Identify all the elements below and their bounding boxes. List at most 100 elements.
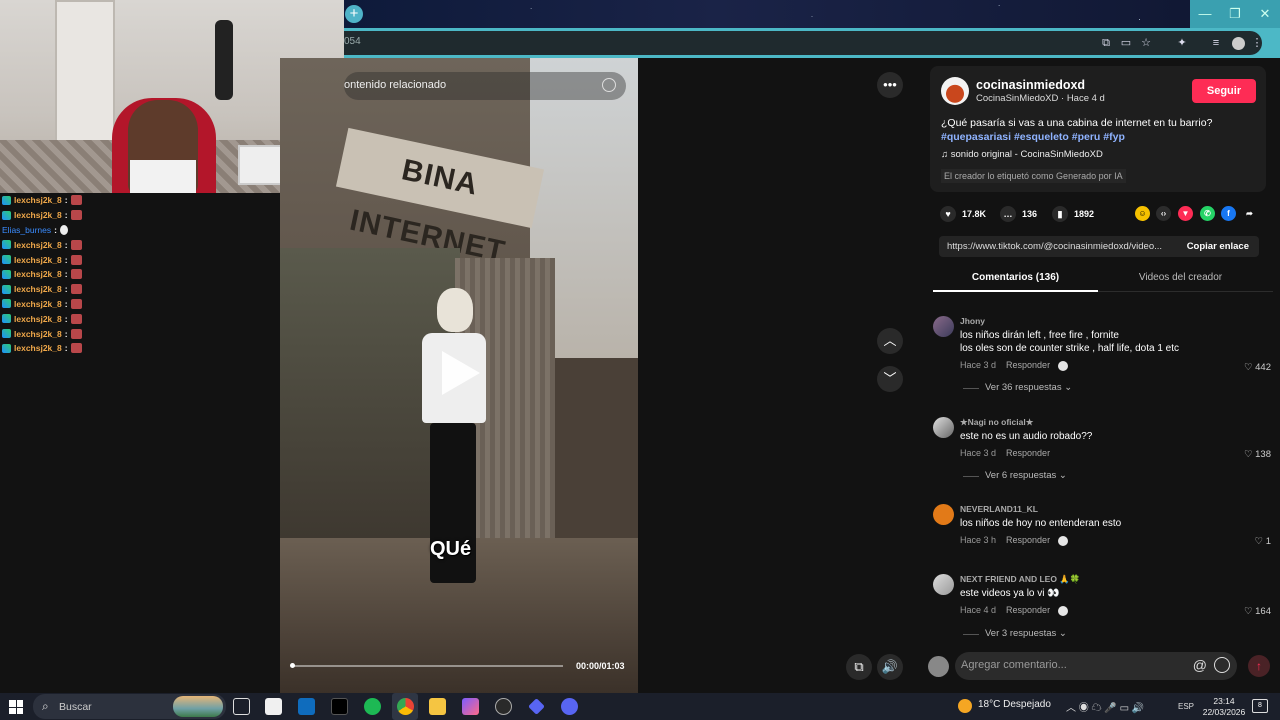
commenter-name[interactable]: ★Nagi no oficial★ xyxy=(960,417,1033,428)
chrome-icon[interactable] xyxy=(397,698,414,715)
maximize-button[interactable]: ❐ xyxy=(1220,0,1250,28)
chat-username[interactable]: lexchsj2k_8 xyxy=(14,269,62,279)
whatsapp-icon[interactable]: ✆ xyxy=(1200,206,1215,221)
store-icon[interactable] xyxy=(265,698,282,715)
address-url[interactable]: 054 xyxy=(344,36,361,47)
obs-icon[interactable] xyxy=(495,698,512,715)
commenter-avatar[interactable] xyxy=(933,574,954,595)
taskbar-search[interactable]: ⌕ Buscar xyxy=(33,694,226,719)
tab-creator-videos[interactable]: Videos del creador xyxy=(1098,272,1263,283)
commenter-avatar[interactable] xyxy=(933,504,954,525)
hashtag[interactable]: #quepasariasi xyxy=(941,131,1011,143)
creator-avatar[interactable] xyxy=(941,77,969,105)
chat-username[interactable]: lexchsj2k_8 xyxy=(14,329,62,339)
reply-button[interactable]: Responder xyxy=(1006,448,1050,458)
profile-avatar[interactable] xyxy=(1232,37,1245,50)
commenter-avatar[interactable] xyxy=(933,417,954,438)
comment-input[interactable]: Agregar comentario... @ xyxy=(955,652,1237,680)
chat-username[interactable]: lexchsj2k_8 xyxy=(14,299,62,309)
outlook-icon[interactable] xyxy=(298,698,315,715)
share-link-url[interactable]: https://www.tiktok.com/@cocinasinmiedoxd… xyxy=(947,241,1172,252)
language-indicator[interactable]: ESP xyxy=(1178,702,1194,711)
commenter-name[interactable]: NEVERLAND11_KL xyxy=(960,504,1038,514)
share-arrow-icon[interactable]: ➦ xyxy=(1242,206,1257,221)
reply-button[interactable]: Responder xyxy=(1006,360,1050,370)
view-replies-button[interactable]: Ver 6 respuestas ⌄ xyxy=(963,470,1067,481)
minimize-button[interactable]: — xyxy=(1190,0,1220,28)
comment-like-count[interactable]: ♡ 138 xyxy=(1244,449,1271,460)
copilot-icon[interactable] xyxy=(462,698,479,715)
mention-icon[interactable]: @ xyxy=(1193,657,1207,673)
emoji-icon[interactable] xyxy=(1214,657,1230,673)
my-avatar[interactable] xyxy=(928,656,949,677)
chat-username[interactable]: lexchsj2k_8 xyxy=(14,343,62,353)
notification-icon[interactable]: 8 xyxy=(1252,699,1268,713)
cast-icon[interactable]: ▭ xyxy=(1118,35,1134,51)
chat-username[interactable]: lexchsj2k_8 xyxy=(14,240,62,250)
commenter-name[interactable]: Jhony xyxy=(960,316,985,326)
extensions-icon[interactable]: ✦ xyxy=(1174,35,1190,51)
embed-icon[interactable]: ‹› xyxy=(1156,206,1171,221)
translate-icon[interactable]: ⧉ xyxy=(1098,35,1114,51)
comment-like-count[interactable]: ♡ 1 xyxy=(1255,536,1271,547)
file-explorer-icon[interactable] xyxy=(429,698,446,715)
comment-like-count[interactable]: ♡ 442 xyxy=(1244,362,1271,373)
tab-comments[interactable]: Comentarios (136) xyxy=(933,272,1098,283)
spotify-icon[interactable] xyxy=(364,698,381,715)
copy-link-button[interactable]: Copiar enlace xyxy=(1187,241,1249,252)
share-link-box[interactable]: https://www.tiktok.com/@cocinasinmiedoxd… xyxy=(939,236,1259,257)
close-window-button[interactable]: ✕ xyxy=(1250,0,1280,28)
reply-button[interactable]: Responder xyxy=(1006,535,1050,545)
view-replies-button[interactable]: Ver 36 respuestas ⌄ xyxy=(962,382,1072,393)
play-icon[interactable] xyxy=(442,351,480,395)
volume-icon[interactable]: 🔊 xyxy=(877,654,903,680)
related-content-search[interactable]: ontenido relacionado xyxy=(344,72,626,100)
search-highlight-image[interactable] xyxy=(173,696,223,717)
comment-like-count[interactable]: ♡ 164 xyxy=(1244,606,1271,617)
commenter-avatar[interactable] xyxy=(933,316,954,337)
chat-username[interactable]: lexchsj2k_8 xyxy=(14,284,62,294)
chat-username[interactable]: lexchsj2k_8 xyxy=(14,314,62,324)
windows-start-icon[interactable] xyxy=(9,700,23,714)
comment-button[interactable]: … 136 xyxy=(1000,204,1037,224)
send-comment-button[interactable]: ↑ xyxy=(1248,655,1270,677)
comment-placeholder[interactable]: Agregar comentario... xyxy=(961,659,1067,671)
creator-username[interactable]: cocinasinmiedoxd xyxy=(976,78,1085,92)
bookmark-star-icon[interactable]: ☆ xyxy=(1138,35,1154,51)
previous-video-icon[interactable]: ︿ xyxy=(877,328,903,354)
creator-display-name[interactable]: CocinaSinMiedoXD · Hace 4 d xyxy=(976,93,1105,104)
save-button[interactable]: ▮ 1892 xyxy=(1052,204,1094,224)
chat-username[interactable]: lexchsj2k_8 xyxy=(14,255,62,265)
new-tab-button[interactable]: + xyxy=(345,5,363,23)
video-progress-bar[interactable] xyxy=(290,663,563,668)
like-button[interactable]: ♥ 17.8K xyxy=(940,204,986,224)
next-video-icon[interactable]: ﹀ xyxy=(877,366,903,392)
share-send-icon[interactable]: ▼ xyxy=(1178,206,1193,221)
sound-label[interactable]: sonido original - CocinaSinMiedoXD xyxy=(951,149,1103,160)
reply-button[interactable]: Responder xyxy=(1006,605,1050,615)
taskbar-clock[interactable]: 23:14 22/03/2026 xyxy=(1200,696,1248,718)
hashtag[interactable]: #esqueleto xyxy=(1014,131,1069,143)
facebook-icon[interactable]: f xyxy=(1221,206,1236,221)
weather-widget[interactable]: 18°C Despejado xyxy=(958,699,1051,713)
task-view-icon[interactable] xyxy=(233,698,250,715)
pip-icon[interactable]: ⧉ xyxy=(846,654,872,680)
browser-menu-icon[interactable]: ⋮ xyxy=(1249,35,1265,51)
commenter-name[interactable]: NEXT FRIEND AND LEO 🙏🍀 xyxy=(960,574,1081,585)
tiktok-icon[interactable] xyxy=(331,698,348,715)
search-icon[interactable] xyxy=(602,78,616,92)
progress-knob[interactable] xyxy=(290,663,295,668)
hashtag[interactable]: #peru xyxy=(1072,131,1101,143)
chat-username[interactable]: lexchsj2k_8 xyxy=(14,195,62,205)
video-player[interactable]: BINA INTERNET QUé xyxy=(280,58,638,693)
media-control-icon[interactable]: ≡ xyxy=(1208,35,1224,51)
system-tray-icons[interactable]: ︿ ◉ ☁ 🎤 ▭ 🔊 xyxy=(1066,699,1144,714)
sound-link[interactable]: ♫ sonido original - CocinaSinMiedoXD xyxy=(941,149,1103,160)
follow-button[interactable]: Seguir xyxy=(1192,79,1256,103)
discord-icon[interactable] xyxy=(561,698,578,715)
hashtag[interactable]: #fyp xyxy=(1103,131,1125,143)
more-options-icon[interactable]: ••• xyxy=(877,72,903,98)
address-bar[interactable]: 054 ⧉ ▭ ☆ ✦ ≡ ⋮ xyxy=(344,31,1265,55)
share-emoji-icon[interactable]: ☺ xyxy=(1135,206,1150,221)
chat-username[interactable]: Elias_burnes xyxy=(2,225,51,235)
